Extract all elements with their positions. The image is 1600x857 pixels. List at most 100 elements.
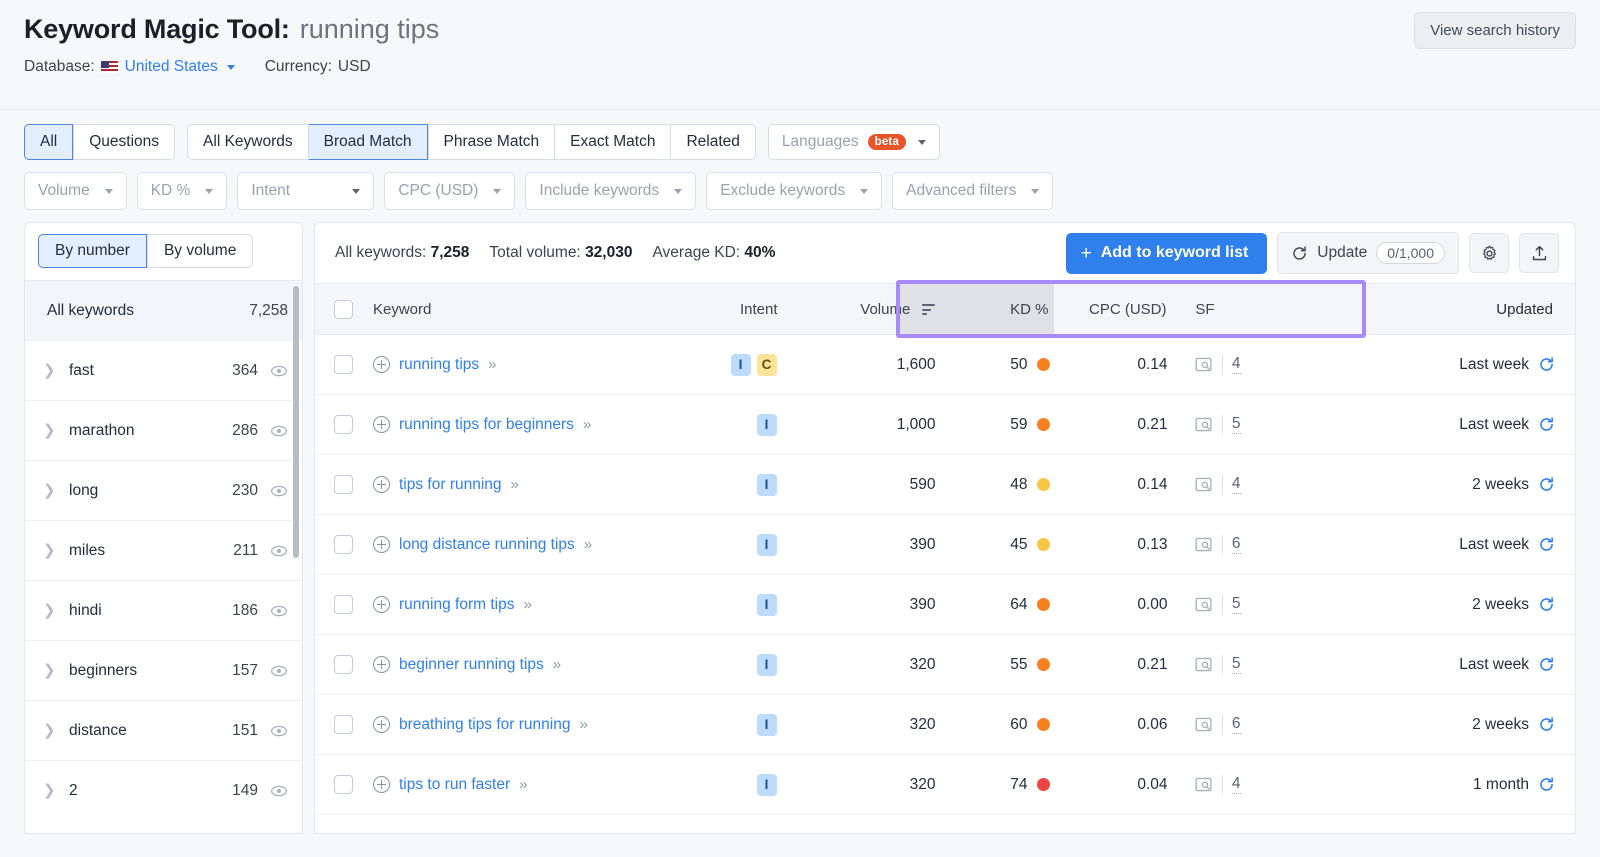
filter-intent[interactable]: Intent: [237, 172, 375, 210]
table-row[interactable]: running tips » I C 1,600 50 0.14 4 Last …: [315, 335, 1575, 395]
sidebar-item-distance[interactable]: ❯ distance 151: [25, 700, 302, 760]
eye-icon[interactable]: [270, 422, 288, 440]
sidebar-item-all-keywords[interactable]: All keywords 7,258: [25, 280, 302, 340]
eye-icon[interactable]: [270, 482, 288, 500]
sidebar-item-marathon[interactable]: ❯ marathon 286: [25, 400, 302, 460]
keyword-link[interactable]: tips to run faster: [399, 776, 510, 794]
add-keyword-icon[interactable]: [373, 776, 390, 793]
row-checkbox[interactable]: [333, 775, 353, 794]
sidebar-item-beginners[interactable]: ❯ beginners 157: [25, 640, 302, 700]
table-row[interactable]: running form tips » I 390 64 0.00 5 2 we…: [315, 575, 1575, 635]
chevron-double-right-icon[interactable]: »: [584, 536, 592, 553]
view-search-history-button[interactable]: View search history: [1414, 12, 1576, 49]
row-checkbox[interactable]: [333, 415, 353, 434]
refresh-icon[interactable]: [1538, 536, 1555, 553]
tab-exact-match[interactable]: Exact Match: [555, 124, 672, 160]
tab-all[interactable]: All: [24, 124, 74, 160]
row-checkbox[interactable]: [333, 655, 353, 674]
table-row[interactable]: tips for running » I 590 48 0.14 4 2 wee…: [315, 455, 1575, 515]
serp-preview-icon[interactable]: [1194, 535, 1213, 554]
eye-icon[interactable]: [270, 662, 288, 680]
filter-kd[interactable]: KD %: [136, 172, 228, 210]
tab-phrase-match[interactable]: Phrase Match: [427, 124, 556, 160]
add-to-keyword-list-button[interactable]: + Add to keyword list: [1065, 232, 1268, 274]
eye-icon[interactable]: [270, 782, 288, 800]
column-header-updated[interactable]: Updated: [1251, 301, 1576, 318]
row-checkbox[interactable]: [333, 355, 353, 374]
serp-preview-icon[interactable]: [1194, 475, 1213, 494]
table-row[interactable]: long distance running tips » I 390 45 0.…: [315, 515, 1575, 575]
sidebar-scrollbar[interactable]: [293, 286, 299, 558]
row-checkbox[interactable]: [333, 475, 353, 494]
add-keyword-icon[interactable]: [373, 356, 390, 373]
filter-exclude-keywords[interactable]: Exclude keywords: [706, 172, 883, 210]
chevron-double-right-icon[interactable]: »: [511, 476, 519, 493]
keyword-link[interactable]: tips for running: [399, 476, 502, 494]
keyword-link[interactable]: running form tips: [399, 596, 514, 614]
database-value[interactable]: United States: [125, 58, 218, 76]
sidebar-item-fast[interactable]: ❯ fast 364: [25, 340, 302, 400]
column-header-sf[interactable]: SF: [1169, 301, 1251, 318]
sf-value[interactable]: 5: [1231, 595, 1241, 614]
refresh-icon[interactable]: [1538, 596, 1555, 613]
serp-preview-icon[interactable]: [1194, 775, 1213, 794]
refresh-icon[interactable]: [1538, 356, 1555, 373]
sf-value[interactable]: 6: [1231, 715, 1241, 734]
refresh-icon[interactable]: [1538, 476, 1555, 493]
row-checkbox[interactable]: [333, 535, 353, 554]
keyword-link[interactable]: running tips: [399, 356, 479, 374]
add-keyword-icon[interactable]: [373, 476, 390, 493]
add-keyword-icon[interactable]: [373, 716, 390, 733]
sf-value[interactable]: 5: [1231, 655, 1241, 674]
sf-value[interactable]: 4: [1231, 475, 1241, 494]
chevron-double-right-icon[interactable]: »: [523, 596, 531, 613]
export-button[interactable]: [1519, 233, 1559, 273]
filter-include-keywords[interactable]: Include keywords: [525, 172, 697, 210]
sidebar-item-2[interactable]: ❯ 2 149: [25, 760, 302, 820]
refresh-icon[interactable]: [1538, 776, 1555, 793]
column-header-intent[interactable]: Intent: [676, 301, 788, 318]
keyword-link[interactable]: beginner running tips: [399, 656, 544, 674]
table-row[interactable]: breathing tips for running » I 320 60 0.…: [315, 695, 1575, 755]
serp-preview-icon[interactable]: [1194, 355, 1213, 374]
column-header-keyword[interactable]: Keyword: [371, 301, 676, 318]
tab-related[interactable]: Related: [671, 124, 756, 160]
tab-questions[interactable]: Questions: [73, 124, 176, 160]
chevron-double-right-icon[interactable]: »: [579, 716, 587, 733]
sidebar-item-long[interactable]: ❯ long 230: [25, 460, 302, 520]
select-all-checkbox[interactable]: [333, 299, 353, 319]
tab-broad-match[interactable]: Broad Match: [308, 124, 428, 160]
eye-icon[interactable]: [270, 722, 288, 740]
sidebar-item-miles[interactable]: ❯ miles 211: [25, 520, 302, 580]
serp-preview-icon[interactable]: [1194, 715, 1213, 734]
sidebar-item-hindi[interactable]: ❯ hindi 186: [25, 580, 302, 640]
add-keyword-icon[interactable]: [373, 416, 390, 433]
chevron-double-right-icon[interactable]: »: [583, 416, 591, 433]
refresh-icon[interactable]: [1538, 656, 1555, 673]
column-header-kd[interactable]: KD %: [953, 301, 1063, 318]
chevron-double-right-icon[interactable]: »: [519, 776, 527, 793]
database-selector[interactable]: Database: United States: [24, 58, 235, 76]
add-keyword-icon[interactable]: [373, 656, 390, 673]
eye-icon[interactable]: [270, 362, 288, 380]
serp-preview-icon[interactable]: [1194, 655, 1213, 674]
settings-button[interactable]: [1469, 233, 1509, 273]
eye-icon[interactable]: [270, 542, 288, 560]
sf-value[interactable]: 4: [1231, 355, 1241, 374]
row-checkbox[interactable]: [333, 595, 353, 614]
column-header-volume[interactable]: Volume: [788, 301, 953, 318]
add-keyword-icon[interactable]: [373, 536, 390, 553]
sf-value[interactable]: 5: [1231, 415, 1241, 434]
keyword-link[interactable]: long distance running tips: [399, 536, 575, 554]
languages-dropdown[interactable]: Languages beta: [767, 124, 941, 160]
tab-all-keywords[interactable]: All Keywords: [187, 124, 309, 160]
chevron-double-right-icon[interactable]: »: [553, 656, 561, 673]
serp-preview-icon[interactable]: [1194, 415, 1213, 434]
filter-volume[interactable]: Volume: [24, 172, 127, 210]
chevron-double-right-icon[interactable]: »: [488, 356, 496, 373]
eye-icon[interactable]: [270, 602, 288, 620]
add-keyword-icon[interactable]: [373, 596, 390, 613]
refresh-icon[interactable]: [1538, 716, 1555, 733]
keyword-link[interactable]: breathing tips for running: [399, 716, 570, 734]
serp-preview-icon[interactable]: [1194, 595, 1213, 614]
